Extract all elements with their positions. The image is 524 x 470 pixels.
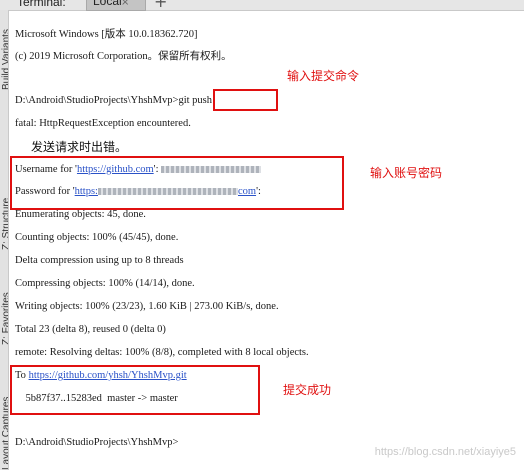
terminal-line: Total 23 (delta 8), reused 0 (delta 0) — [15, 324, 166, 335]
terminal-line: Enumerating objects: 45, done. — [15, 209, 146, 220]
terminal-line: Counting objects: 100% (45/45), done. — [15, 232, 179, 243]
error-note: 发送请求时出错。 — [31, 140, 128, 154]
terminal-line: (c) 2019 Microsoft Corporation。保留所有权利。 — [15, 51, 232, 62]
push-command-highlight — [213, 89, 278, 111]
terminal-line: Delta compression using up to 8 threads — [15, 255, 184, 266]
credentials-note: 输入账号密码 — [370, 166, 443, 180]
git-push-command: git push — [178, 95, 212, 106]
terminal-line: remote: Resolving deltas: 100% (8/8), co… — [15, 347, 309, 358]
terminal-line: Compressing objects: 100% (14/14), done. — [15, 278, 195, 289]
terminal-line: Microsoft Windows [版本 10.0.18362.720] — [15, 29, 198, 40]
side-tool-strip: Build Variants Z: Structure Z: Favorites… — [0, 10, 9, 470]
terminal-line: Writing objects: 100% (23/23), 1.60 KiB … — [15, 301, 279, 312]
success-note: 提交成功 — [283, 383, 332, 397]
structure-tab[interactable]: Z: Structure — [1, 198, 8, 250]
terminal-line: D:\Android\StudioProjects\YhshMvp> — [15, 437, 179, 448]
terminal-line: D:\Android\StudioProjects\YhshMvp>git pu… — [15, 95, 212, 106]
success-highlight — [10, 365, 260, 415]
credentials-highlight — [10, 156, 344, 210]
push-command-note: 输入提交命令 — [287, 69, 360, 83]
watermark: https://blog.csdn.net/xiayiye5 — [374, 446, 516, 458]
favorites-tab[interactable]: Z: Favorites — [1, 292, 8, 345]
prompt: D:\Android\StudioProjects\YhshMvp> — [15, 95, 179, 106]
layout-captures-tab[interactable]: Layout Captures — [1, 397, 8, 470]
build-variants-tab[interactable]: Build Variants — [1, 29, 8, 90]
terminal-line: fatal: HttpRequestException encountered. — [15, 118, 191, 129]
